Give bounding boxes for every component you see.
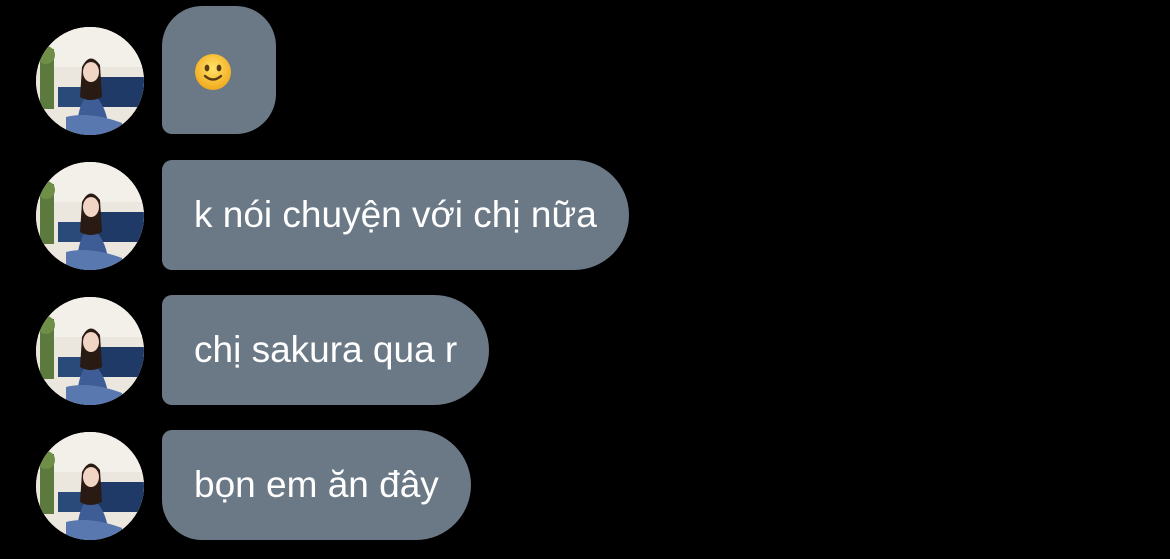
message-bubble[interactable]: bọn em ăn đây — [162, 430, 471, 540]
message-bubble[interactable]: k nói chuyện với chị nữa — [162, 160, 629, 270]
message-bubble[interactable]: chị sakura qua r — [162, 295, 490, 405]
message-bubble-emoji[interactable] — [162, 6, 276, 134]
slightly-smiling-face-icon — [194, 53, 232, 91]
avatar[interactable] — [36, 432, 144, 540]
avatar[interactable] — [36, 162, 144, 270]
avatar[interactable] — [36, 297, 144, 405]
avatar[interactable] — [36, 27, 144, 135]
